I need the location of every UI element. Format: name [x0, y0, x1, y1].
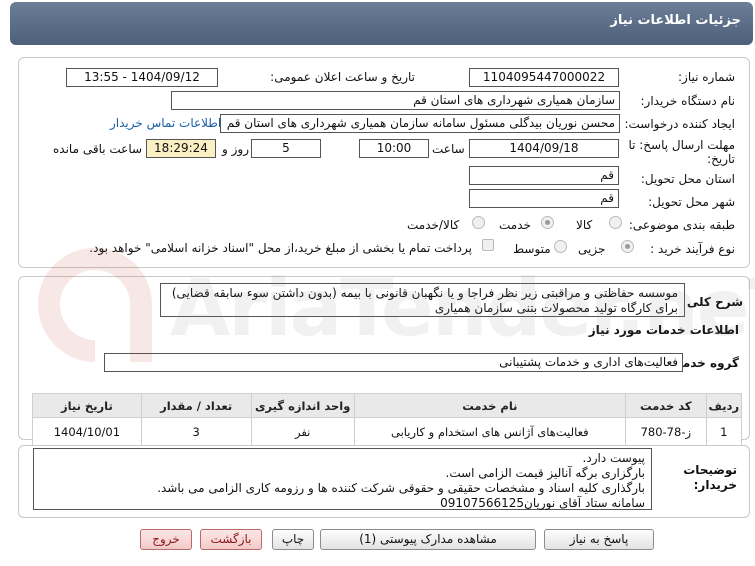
process-label: نوع فرآیند خرید :: [650, 242, 735, 256]
announce-field: 1404/09/12 - 13:55: [66, 68, 218, 87]
need-number-field: 1104095447000022: [469, 68, 619, 87]
col-date: تاریخ نیاز: [32, 393, 142, 418]
cell-code: ز-78-780: [624, 417, 707, 446]
table-header-row: ردیف کد خدمت نام خدمت واحد اندازه گیری ت…: [32, 393, 743, 418]
view-attachments-button[interactable]: مشاهده مدارک پیوستی (1): [320, 529, 536, 550]
cell-unit: نفر: [250, 417, 355, 446]
buyer-label: نام دستگاه خریدار:: [640, 94, 736, 108]
table-row: 1 ز-78-780 فعالیت‌های آژانس های استخدام …: [32, 417, 743, 446]
details-panel: [18, 57, 750, 268]
group-field: فعالیت‌های اداری و خدمات پشتیبانی: [104, 353, 683, 372]
remaining-label: ساعت باقی مانده: [53, 142, 143, 156]
cell-qty: 3: [140, 417, 252, 446]
notes-line: بارگذاری کلیه اسناد و مشخصات حقیقی و حقو…: [157, 481, 645, 495]
notes-line: سامانه ستاد آقای نوریان09107566125: [440, 496, 645, 510]
process-option-minor: جزیی: [578, 242, 606, 256]
remaining-time-field: 18:29:24: [146, 139, 216, 158]
col-code: کد خدمت: [624, 393, 707, 418]
days-label: روز و: [222, 142, 249, 156]
buyer-contact-link[interactable]: اطلاعات تماس خریدار: [110, 116, 221, 130]
notes-line: پیوست دارد.: [582, 451, 645, 465]
city-label: شهر محل تحویل:: [648, 195, 735, 209]
notes-field: پیوست دارد. بارگزاری برگه آنالیز قیمت ال…: [33, 448, 652, 510]
print-button[interactable]: چاپ: [272, 529, 314, 550]
page-title: جزئیات اطلاعات نیاز: [610, 13, 741, 28]
col-name: نام خدمت: [353, 393, 626, 418]
col-qty: تعداد / مقدار: [140, 393, 252, 418]
deadline-date-field: 1404/09/18: [469, 139, 619, 158]
deadline-label: مهلت ارسال پاسخ: تا: [628, 138, 735, 152]
header-bar: جزئیات اطلاعات نیاز: [10, 2, 753, 45]
back-button[interactable]: بازگشت: [200, 529, 262, 550]
process-radio-medium[interactable]: [554, 240, 567, 253]
exit-button[interactable]: خروج: [140, 529, 192, 550]
deadline-time-label: ساعت: [432, 142, 465, 156]
category-radio-goods[interactable]: [609, 216, 622, 229]
category-option-goods: کالا: [576, 218, 593, 232]
category-option-both: کالا/خدمت: [407, 218, 460, 232]
buyer-field: سازمان همیاری شهرداری های استان قم: [171, 91, 620, 110]
reply-button[interactable]: پاسخ به نیاز: [544, 529, 654, 550]
creator-field: محسن نوریان بیدگلی مسئول سامانه سازمان ه…: [220, 114, 620, 133]
city-field: قم: [469, 189, 619, 208]
category-option-service: خدمت: [499, 218, 531, 232]
notes-label-buyer: خریدار:: [693, 478, 737, 492]
days-field: 5: [251, 139, 321, 158]
payment-note: پرداخت تمام یا بخشی از مبلغ خرید،از محل …: [89, 241, 472, 255]
deadline-time-field: 10:00: [359, 139, 429, 158]
category-label: طبقه بندی موضوعی:: [628, 218, 735, 232]
col-row: ردیف: [705, 393, 743, 418]
process-option-medium: متوسط: [513, 242, 551, 256]
cell-name: فعالیت‌های آژانس های استخدام و کاریابی: [353, 417, 626, 446]
cell-date: 1404/10/01: [32, 417, 142, 446]
category-radio-both[interactable]: [472, 216, 485, 229]
summary-field: موسسه حفاظتی و مراقبتی زیر نظر فراجا و ی…: [160, 283, 685, 317]
creator-label: ایجاد کننده درخواست:: [624, 117, 735, 131]
province-label: استان محل تحویل:: [640, 172, 735, 186]
services-table: ردیف کد خدمت نام خدمت واحد اندازه گیری ت…: [32, 393, 743, 446]
services-heading: اطلاعات خدمات مورد نیاز: [588, 323, 739, 337]
cell-row: 1: [705, 417, 743, 446]
process-radio-minor[interactable]: [621, 240, 634, 253]
notes-label: توضیحات: [683, 463, 737, 477]
need-number-label: شماره نیاز:: [678, 70, 735, 84]
col-unit: واحد اندازه گیری: [250, 393, 355, 418]
announce-label: تاریخ و ساعت اعلان عمومی:: [270, 70, 415, 84]
treasury-checkbox[interactable]: [482, 239, 494, 251]
province-field: قم: [469, 166, 619, 185]
deadline-label-date: تاریخ:: [707, 152, 735, 166]
category-radio-service[interactable]: [541, 216, 554, 229]
notes-line: بارگزاری برگه آنالیز قیمت الزامی است.: [445, 466, 646, 480]
